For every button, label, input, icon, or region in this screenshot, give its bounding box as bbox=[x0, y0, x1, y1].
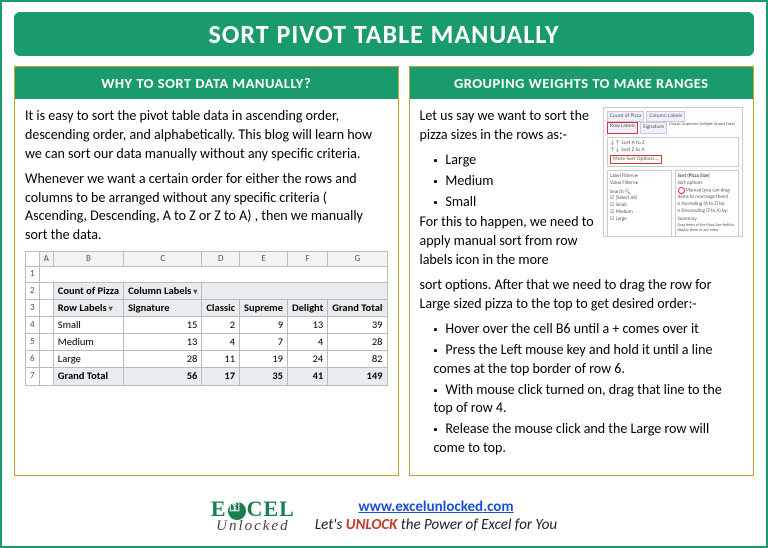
mini-signature: Signature bbox=[640, 122, 667, 133]
table-row: 6 Large 28 11 19 24 82 bbox=[26, 351, 388, 368]
right-intro: Let us say we want to sort the pizza siz… bbox=[420, 107, 598, 145]
right-panel-header: GROUPING WEIGHTS TO MAKE RANGES bbox=[410, 67, 754, 99]
excel-col-f: F bbox=[288, 252, 328, 267]
excel-col-c: C bbox=[124, 252, 202, 267]
step-3: With mouse click turned on, drag that li… bbox=[434, 381, 744, 419]
col-grand-total: Grand Total bbox=[328, 299, 387, 316]
table-row: 4 Small 15 2 9 13 39 bbox=[26, 316, 388, 333]
left-panel-header: WHY TO SORT DATA MANUALLY? bbox=[15, 67, 398, 99]
column-labels-dropdown[interactable]: Column Labels bbox=[124, 282, 202, 299]
mini-filter-pane: Label Filters ▸ Value Filters ▸ Search 🔍… bbox=[607, 170, 672, 237]
pivot-table-screenshot: A B C D E F G 1 2 Count of Pizza Column … bbox=[25, 251, 388, 385]
col-classic: Classic bbox=[202, 299, 240, 316]
right-after-sizes-partial: For this to happen, we need to apply man… bbox=[420, 213, 598, 270]
size-medium: Medium bbox=[434, 172, 598, 191]
size-small: Small bbox=[434, 193, 598, 212]
left-panel-body: It is easy to sort the pivot table data … bbox=[15, 99, 398, 475]
content-columns: WHY TO SORT DATA MANUALLY? It is easy to… bbox=[14, 66, 754, 476]
logo-subtitle: Unlocked bbox=[211, 520, 295, 533]
website-link[interactable]: www.excelunlocked.com bbox=[358, 498, 513, 516]
grand-total-label: Grand Total bbox=[53, 368, 123, 385]
pivot-title: Count of Pizza bbox=[53, 282, 123, 299]
col-delight: Delight bbox=[288, 299, 328, 316]
mini-row-labels-dropdown: Row Labels bbox=[607, 122, 638, 133]
mini-manual-radio-icon bbox=[678, 187, 685, 194]
right-panel-body: Let us say we want to sort the pizza siz… bbox=[410, 99, 754, 475]
col-signature: Signature bbox=[124, 299, 202, 316]
right-panel: GROUPING WEIGHTS TO MAKE RANGES Let us s… bbox=[409, 66, 755, 476]
row-medium-label: Medium bbox=[53, 334, 123, 351]
row-small-label: Small bbox=[53, 316, 123, 333]
size-large: Large bbox=[434, 151, 598, 170]
mini-more-sort-options: More Sort Options... bbox=[610, 155, 662, 164]
row-large-label: Large bbox=[53, 351, 123, 368]
size-list: Large Medium Small bbox=[420, 151, 598, 212]
row-labels-dropdown[interactable]: Row Labels bbox=[53, 299, 123, 316]
table-row-grand-total: 7 Grand Total 56 17 35 41 149 bbox=[26, 368, 388, 385]
right-after-sizes: sort options. After that we need to drag… bbox=[420, 276, 744, 314]
excel-col-a: A bbox=[39, 252, 53, 267]
excel-col-e: E bbox=[240, 252, 288, 267]
mini-cols-rest: Classic Supreme Delight Grand Total bbox=[669, 122, 735, 133]
sort-dialog-screenshot: Count of Pizza Column Labels Row Labels … bbox=[603, 107, 743, 237]
mini-count-label: Count of Pizza bbox=[607, 111, 644, 122]
steps-list: Hover over the cell B6 until a + comes o… bbox=[420, 320, 744, 458]
pivot-table: A B C D E F G 1 2 Count of Pizza Column … bbox=[25, 251, 388, 385]
table-row: 5 Medium 13 4 7 4 28 bbox=[26, 334, 388, 351]
col-supreme: Supreme bbox=[240, 299, 288, 316]
left-panel: WHY TO SORT DATA MANUALLY? It is easy to… bbox=[14, 66, 399, 476]
step-2: Press the Left mouse key and hold it unt… bbox=[434, 341, 744, 379]
mini-col-labels: Column Labels bbox=[646, 111, 685, 122]
logo: ECEL Unlocked bbox=[211, 500, 295, 533]
excel-col-d: D bbox=[202, 252, 240, 267]
excel-col-b: B bbox=[53, 252, 123, 267]
footer: ECEL Unlocked www.excelunlocked.com Let'… bbox=[14, 486, 754, 546]
key-icon bbox=[228, 502, 246, 520]
step-4: Release the mouse click and the Large ro… bbox=[434, 420, 744, 458]
mini-sort-dialog: Sort (Pizza Size) Sort options Manual (y… bbox=[675, 170, 740, 237]
page-title: SORT PIVOT TABLE MANUALLY bbox=[14, 12, 754, 56]
step-1: Hover over the cell B6 until a + comes o… bbox=[434, 320, 744, 339]
excel-col-g: G bbox=[328, 252, 387, 267]
tagline: Let's UNLOCK the Power of Excel for You bbox=[315, 516, 557, 534]
left-para-1: It is easy to sort the pivot table data … bbox=[25, 107, 388, 164]
left-para-2: Whenever we want a certain order for eit… bbox=[25, 170, 388, 246]
